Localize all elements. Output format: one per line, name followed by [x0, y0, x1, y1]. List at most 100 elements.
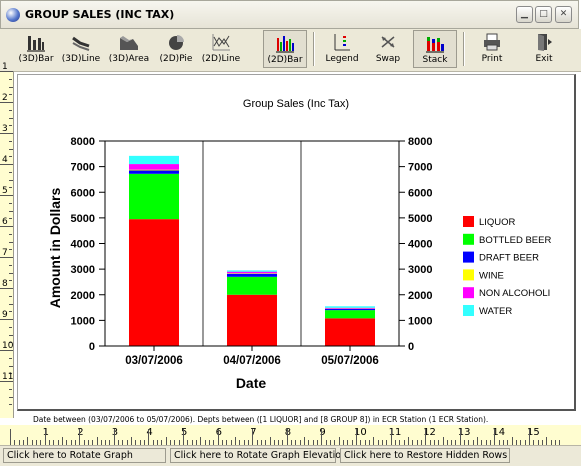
close-icon[interactable]: ✕: [555, 6, 572, 23]
y-tick-label: 7000: [408, 162, 432, 174]
y-tick-label: 0: [408, 341, 414, 353]
ruler-tick: [235, 437, 236, 445]
3d-area-button[interactable]: (3D)Area: [106, 30, 152, 68]
toolbar-separator: [313, 32, 315, 66]
3d-bar-button[interactable]: (3D)Bar: [16, 30, 56, 68]
ruler-tick: [9, 110, 12, 111]
ruler-tick: [79, 429, 80, 445]
ruler-mark-label: 1: [43, 427, 49, 438]
y-tick-label: 1000: [71, 315, 95, 327]
bar-segment-liquor[interactable]: [325, 318, 375, 346]
ruler-tick: [9, 125, 12, 126]
ruler-tick: [9, 273, 13, 274]
bar-segment-bottled-beer[interactable]: [129, 174, 179, 219]
stack-label: Stack: [414, 55, 456, 65]
ruler-tick: [9, 218, 12, 219]
bar-segment-water[interactable]: [227, 270, 277, 271]
ruler-tick: [408, 437, 409, 445]
legend-button[interactable]: Legend: [320, 30, 364, 68]
legend-swatch: [463, 216, 474, 227]
ruler-tick: [9, 211, 13, 212]
bar-segment-draft-beer[interactable]: [129, 170, 179, 173]
ruler-tick: [9, 397, 13, 398]
legend-swatch: [463, 287, 474, 298]
swap-label: Swap: [368, 54, 408, 64]
ruler-mark-label: 2: [77, 427, 83, 438]
exit-button[interactable]: Exit: [524, 30, 564, 68]
bar-segment-wine[interactable]: [227, 273, 277, 274]
ruler-tick: [9, 404, 12, 405]
line-chart-icon: [211, 32, 231, 52]
chart-x-axis-label: Date: [236, 375, 267, 391]
ruler-mark-label: 5: [181, 427, 187, 438]
2d-line-label: (2D)Line: [200, 54, 242, 64]
y-tick-label: 3000: [71, 264, 95, 276]
bar-segment-draft-beer[interactable]: [227, 274, 277, 277]
y-tick-label: 2000: [408, 290, 432, 302]
bar-segment-draft-beer[interactable]: [325, 309, 375, 310]
exit-label: Exit: [524, 54, 564, 64]
ruler-tick: [0, 257, 13, 258]
ruler-tick: [9, 180, 13, 181]
y-tick-label: 1000: [408, 315, 432, 327]
ruler-tick: [9, 149, 13, 150]
ruler-tick: [9, 335, 13, 336]
ruler-tick: [9, 94, 12, 95]
ruler-tick: [9, 327, 12, 328]
legend-icon: [332, 32, 352, 52]
chart-y-axis-label: Amount in Dollars: [47, 188, 63, 309]
3d-bar-label: (3D)Bar: [16, 54, 56, 64]
maximize-icon[interactable]: □: [535, 6, 552, 23]
ruler-tick: [0, 164, 13, 165]
2d-bar-button[interactable]: (2D)Bar: [263, 30, 307, 68]
ruler-tick: [166, 437, 167, 445]
2d-pie-label: (2D)Pie: [156, 54, 196, 64]
chart-legend[interactable]: LIQUORBOTTLED BEERDRAFT BEERWINENON ALCO…: [463, 216, 551, 317]
ruler-tick: [62, 437, 63, 445]
ruler-tick: [9, 311, 12, 312]
bar-segment-non-alcoholi[interactable]: [325, 308, 375, 309]
bar-segment-water[interactable]: [325, 306, 375, 308]
ruler-tick: [45, 429, 46, 445]
ruler-tick: [391, 429, 392, 445]
ruler-tick: [9, 156, 12, 157]
x-tick-label: 05/07/2006: [321, 355, 379, 367]
ruler-tick: [0, 133, 13, 134]
rotate-elevation-button[interactable]: Click here to Rotate Graph Elevation: [170, 448, 336, 463]
bar-segment-bottled-beer[interactable]: [325, 310, 375, 318]
bar-segment-wine[interactable]: [129, 170, 179, 171]
stack-button[interactable]: Stack: [413, 30, 457, 68]
ruler-mark-label: 7: [250, 427, 256, 438]
2d-pie-button[interactable]: (2D)Pie: [156, 30, 196, 68]
3d-bar-chart-icon: [26, 32, 46, 52]
rotate-graph-button[interactable]: Click here to Rotate Graph: [3, 448, 166, 463]
ruler-tick: [9, 79, 12, 80]
3d-line-button[interactable]: (3D)Line: [59, 30, 103, 68]
bar-segment-non-alcoholi[interactable]: [129, 164, 179, 170]
print-button[interactable]: Print: [471, 30, 513, 68]
ruler-tick: [0, 226, 13, 227]
y-tick-label: 5000: [71, 213, 95, 225]
bar-segment-water[interactable]: [129, 156, 179, 164]
bar-segment-liquor[interactable]: [129, 219, 179, 346]
ruler-tick: [27, 437, 28, 445]
ruler-tick: [0, 381, 13, 382]
ruler-mark-label: 3: [112, 427, 118, 438]
ruler-tick: [9, 234, 12, 235]
3d-area-label: (3D)Area: [106, 54, 152, 64]
pie-chart-icon: [166, 32, 186, 52]
minimize-icon[interactable]: ▁: [516, 6, 533, 23]
swap-button[interactable]: Swap: [368, 30, 408, 68]
bar-segment-liquor[interactable]: [227, 295, 277, 346]
ruler-tick: [9, 249, 12, 250]
restore-hidden-rows-button[interactable]: Click here to Restore Hidden Rows: [340, 448, 510, 463]
y-tick-label: 6000: [71, 187, 95, 199]
bar-segment-non-alcoholi[interactable]: [227, 272, 277, 274]
2d-line-button[interactable]: (2D)Line: [200, 30, 242, 68]
bar-segment-bottled-beer[interactable]: [227, 277, 277, 295]
ruler-tick: [9, 265, 12, 266]
stacked-bar-icon: [425, 33, 445, 53]
ruler-tick: [183, 429, 184, 445]
ruler-tick: [321, 429, 322, 445]
ruler-tick: [114, 429, 115, 445]
